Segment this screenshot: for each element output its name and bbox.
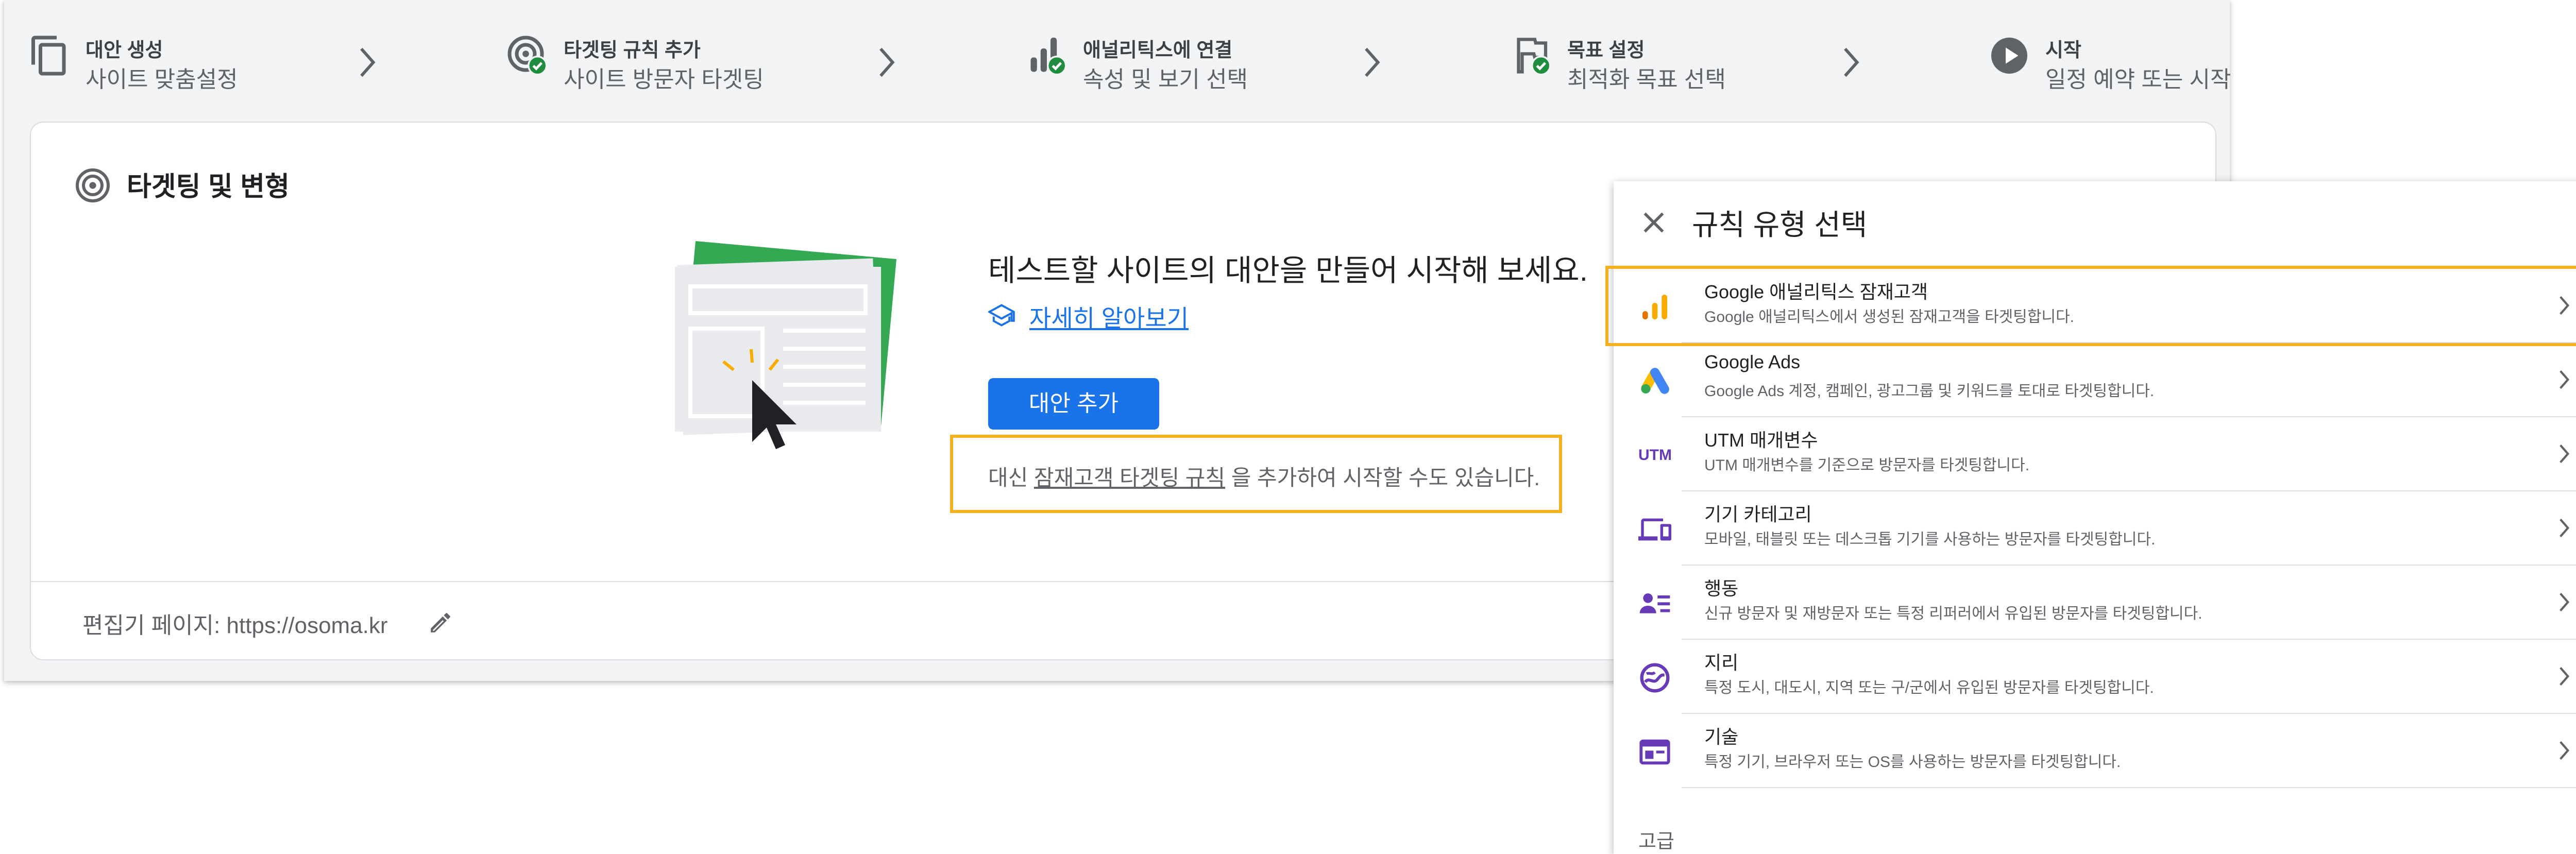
rule-title: 기술 (1704, 726, 1739, 747)
rule-item-behavior[interactable]: 행동 신규 방문자 및 재방문자 또는 특정 리퍼러에서 유입된 방문자를 타겟… (1614, 566, 2576, 640)
step-title: 목표 설정 (1567, 40, 1645, 61)
rule-description: 특정 기기, 브라우저 또는 OS를 사용하는 방문자를 타겟팅합니다. (1704, 754, 2121, 771)
rule-divider (1682, 787, 2576, 788)
close-icon[interactable] (1638, 207, 1669, 238)
chevron-right-icon (360, 47, 376, 77)
chevron-right-icon (2560, 592, 2570, 612)
play-circle-icon (1991, 38, 2027, 74)
devices-icon (1638, 518, 1671, 541)
step-title: 타겟팅 규칙 추가 (564, 40, 701, 61)
step-subtitle: 사이트 맞춤설정 (86, 67, 238, 92)
analytics-check-icon (1030, 38, 1067, 76)
step-subtitle: 일정 예약 또는 시작 (2045, 67, 2231, 92)
technology-icon (1639, 739, 1670, 765)
rule-item-device-category[interactable]: 기기 카테고리 모바일, 태블릿 또는 데스크톱 기기를 사용하는 방문자를 타… (1614, 491, 2576, 566)
rule-title: 행동 (1704, 578, 1739, 599)
edit-pencil-icon[interactable] (428, 610, 453, 636)
google-ads-icon (1641, 368, 1669, 394)
rule-item-utm[interactable]: UTM UTM 매개변수 UTM 매개변수를 기준으로 방문자를 타겟팅합니다. (1614, 417, 2576, 491)
step-add-targeting[interactable]: 타겟팅 규칙 추가 사이트 방문자 타겟팅 (506, 31, 794, 93)
step-link-analytics[interactable]: 애널리틱스에 연결 속성 및 보기 선택 (1025, 31, 1293, 93)
rule-item-geo[interactable]: 지리 특정 도시, 대도시, 지역 또는 구/군에서 유입된 방문자를 타겟팅합… (1614, 640, 2576, 714)
step-title: 애널리틱스에 연결 (1083, 40, 1233, 61)
chevron-right-icon (2560, 741, 2570, 760)
stepper: 대안 생성 사이트 맞춤설정 타겟팅 규칙 추가 사이트 방문자 타겟팅 애널리… (4, 0, 2231, 122)
step-start[interactable]: 시작 일정 예약 또는 시작 (1988, 31, 2231, 93)
copy-icon (31, 36, 66, 76)
rule-description: 모바일, 태블릿 또는 데스크톱 기기를 사용하는 방문자를 타겟팅합니다. (1704, 531, 2156, 548)
school-icon (988, 304, 1015, 327)
chevron-right-icon (1844, 47, 1859, 77)
card-title: 타겟팅 및 변형 (127, 172, 290, 202)
rule-description: 특정 도시, 대도시, 지역 또는 구/군에서 유입된 방문자를 타겟팅합니다. (1704, 679, 2154, 696)
rule-title: UTM 매개변수 (1704, 430, 1818, 451)
step-subtitle: 사이트 방문자 타겟팅 (564, 67, 764, 92)
rule-item-google-ads[interactable]: Google Ads Google Ads 계정, 캠페인, 광고그룹 및 키워… (1614, 343, 2576, 417)
rule-description: UTM 매개변수를 기준으로 방문자를 타겟팅합니다. (1704, 457, 2030, 474)
chevron-right-icon (2560, 518, 2570, 538)
chevron-right-icon (2560, 370, 2570, 389)
step-title: 대안 생성 (86, 40, 163, 61)
highlight-box (950, 435, 1562, 513)
chevron-right-icon (2560, 667, 2570, 686)
step-subtitle: 속성 및 보기 선택 (1083, 67, 1248, 92)
rule-description: Google Ads 계정, 캠페인, 광고그룹 및 키워드를 토대로 타겟팅합… (1704, 383, 2155, 400)
chevron-right-icon (2560, 444, 2570, 464)
chevron-right-icon (1365, 47, 1380, 77)
rule-title: Google Ads (1704, 351, 1801, 372)
empty-state-headline: 테스트할 사이트의 대안을 만들어 시작해 보세요. (988, 254, 1588, 287)
step-subtitle: 최적화 목표 선택 (1567, 67, 1726, 92)
rule-description: 신규 방문자 및 재방문자 또는 특정 리퍼러에서 유입된 방문자를 타겟팅합니… (1704, 605, 2202, 622)
variant-illustration (675, 241, 896, 449)
advanced-section-label: 고급 (1638, 831, 1674, 852)
chevron-right-icon (879, 47, 895, 77)
panel-title: 규칙 유형 선택 (1692, 209, 1868, 241)
target-check-icon (507, 36, 548, 76)
geo-icon (1640, 663, 1670, 693)
editor-page-label: 편집기 페이지: https://osoma.kr (82, 613, 388, 638)
rule-item-technology[interactable]: 기술 특정 기기, 브라우저 또는 OS를 사용하는 방문자를 타겟팅합니다. (1614, 714, 2576, 788)
add-variant-button[interactable]: 대안 추가 (988, 378, 1159, 430)
step-set-objectives[interactable]: 목표 설정 최적화 목표 선택 (1510, 31, 1777, 93)
step-create-variant[interactable]: 대안 생성 사이트 맞춤설정 (28, 31, 265, 93)
learn-more-label[interactable]: 자세히 알아보기 (1029, 300, 1189, 334)
flag-check-icon (1517, 38, 1551, 76)
target-icon (76, 168, 110, 202)
rule-title: 기기 카테고리 (1704, 504, 1812, 525)
behavior-icon (1639, 593, 1670, 613)
rule-title: 지리 (1704, 652, 1739, 673)
step-title: 시작 (2045, 40, 2081, 61)
highlight-box (1605, 266, 2576, 346)
utm-icon: UTM (1638, 447, 1672, 464)
